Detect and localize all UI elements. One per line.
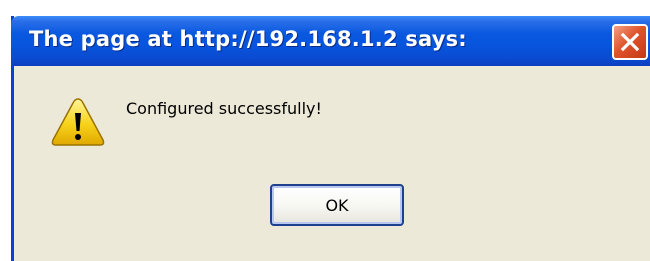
close-button[interactable]: [612, 24, 648, 60]
title-bar[interactable]: The page at http://192.168.1.2 says:: [11, 16, 650, 66]
alert-message: Configured successfully!: [126, 99, 322, 118]
close-icon: [620, 32, 640, 52]
ok-button[interactable]: OK: [270, 184, 404, 226]
alert-dialog: The page at http://192.168.1.2 says: Con…: [11, 16, 650, 261]
dialog-title: The page at http://192.168.1.2 says:: [29, 27, 467, 51]
warning-icon: [51, 98, 105, 146]
